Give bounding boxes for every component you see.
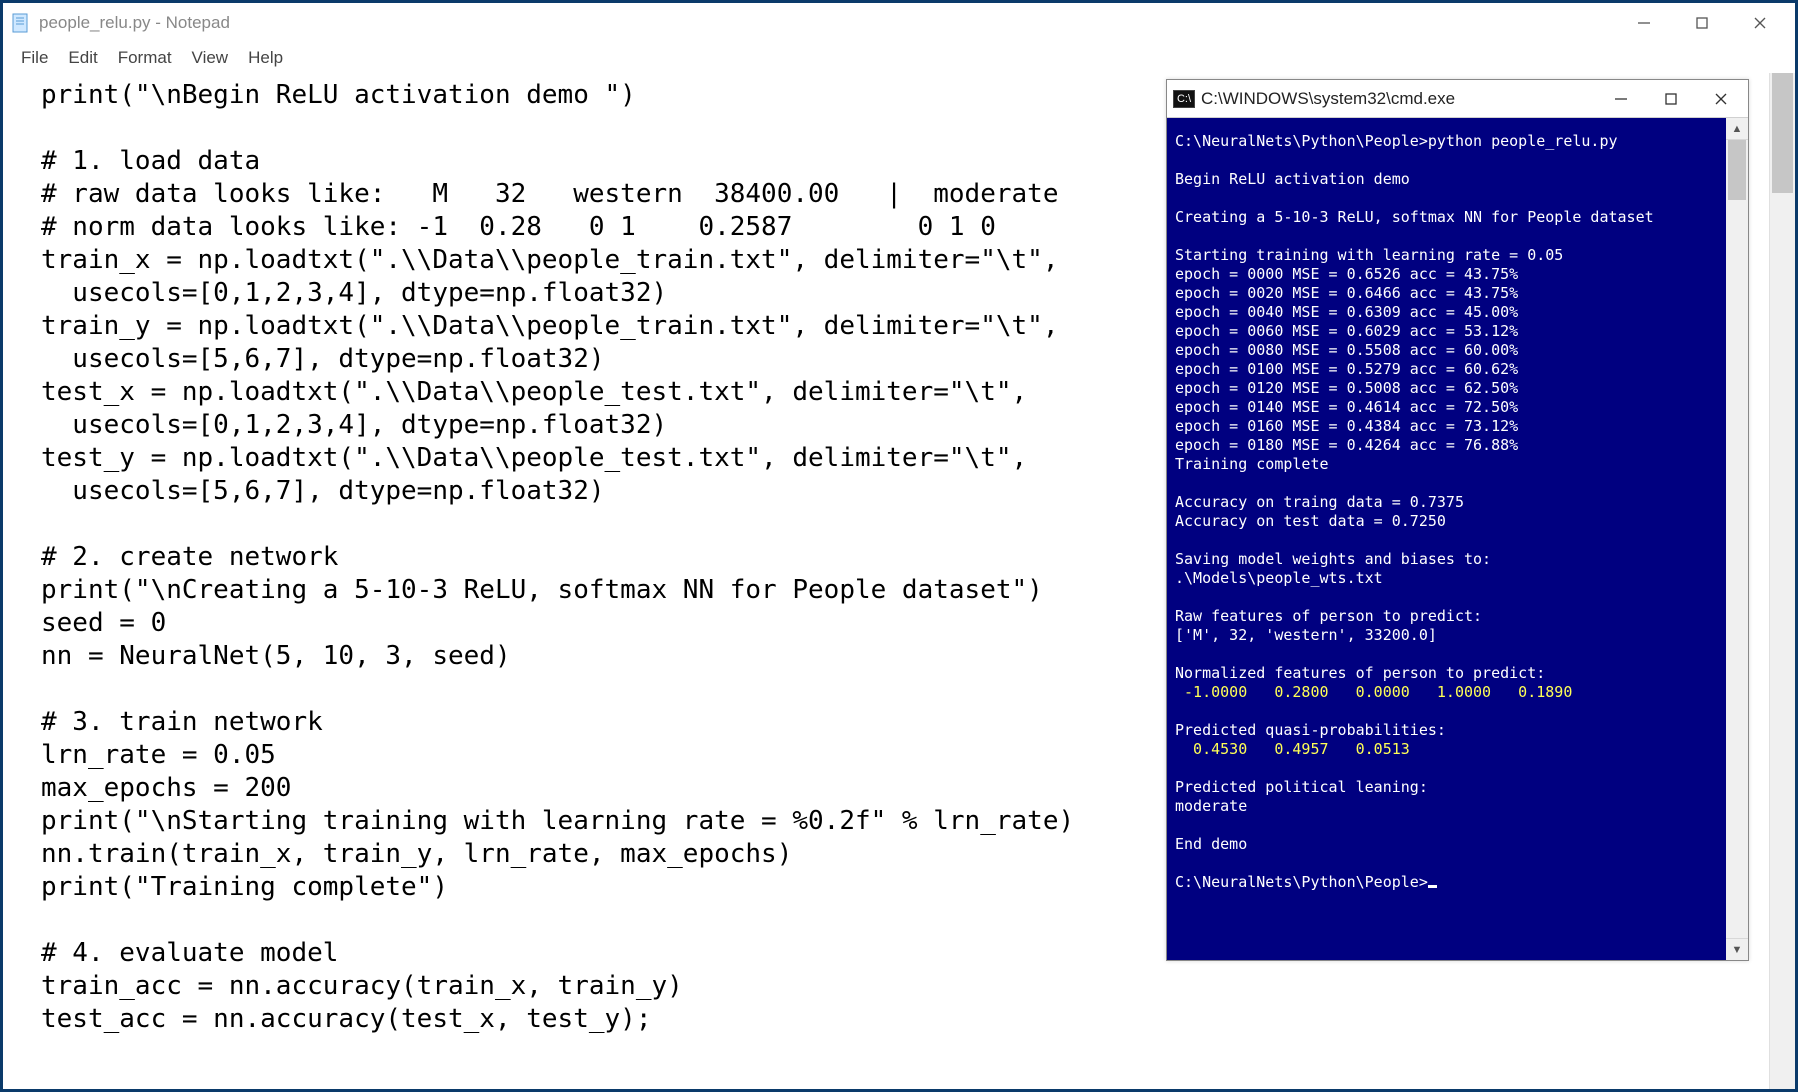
cmd-line: Normalized features of person to predict… bbox=[1175, 664, 1545, 682]
cmd-icon: C:\ bbox=[1173, 90, 1195, 108]
cmd-line: Starting training with learning rate = 0… bbox=[1175, 246, 1563, 264]
editor-area: print("\nBegin ReLU activation demo ") #… bbox=[3, 73, 1795, 1089]
cmd-line: Saving model weights and biases to: bbox=[1175, 550, 1491, 568]
cmd-line: epoch = 0020 MSE = 0.6466 acc = 43.75% bbox=[1175, 284, 1518, 302]
window-title: people_relu.py - Notepad bbox=[39, 13, 230, 33]
cmd-line: Training complete bbox=[1175, 455, 1329, 473]
cmd-scrollbar[interactable]: ▲ ▼ bbox=[1726, 118, 1748, 960]
cmd-line: epoch = 0060 MSE = 0.6029 acc = 53.12% bbox=[1175, 322, 1518, 340]
cmd-line: Raw features of person to predict: bbox=[1175, 607, 1482, 625]
cmd-line: moderate bbox=[1175, 797, 1247, 815]
cmd-line: ['M', 32, 'western', 33200.0] bbox=[1175, 626, 1437, 644]
cmd-line: .\Models\people_wts.txt bbox=[1175, 569, 1383, 587]
scrollbar-thumb[interactable] bbox=[1772, 73, 1793, 193]
menu-view[interactable]: View bbox=[184, 46, 237, 70]
cmd-prompt: C:\NeuralNets\Python\People> bbox=[1175, 873, 1428, 891]
menu-format[interactable]: Format bbox=[110, 46, 180, 70]
cmd-line: 0.4530 0.4957 0.0513 bbox=[1175, 740, 1410, 758]
cmd-maximize-button[interactable] bbox=[1646, 81, 1696, 117]
cmd-line: Creating a 5-10-3 ReLU, softmax NN for P… bbox=[1175, 208, 1654, 226]
cmd-cursor bbox=[1428, 885, 1437, 888]
menu-help[interactable]: Help bbox=[240, 46, 291, 70]
cmd-line: Begin ReLU activation demo bbox=[1175, 170, 1410, 188]
close-button[interactable] bbox=[1731, 4, 1789, 42]
cmd-minimize-button[interactable] bbox=[1596, 81, 1646, 117]
cmd-line: epoch = 0100 MSE = 0.5279 acc = 60.62% bbox=[1175, 360, 1518, 378]
cmd-line: Accuracy on test data = 0.7250 bbox=[1175, 512, 1446, 530]
cmd-scrollbar-thumb[interactable] bbox=[1728, 140, 1746, 200]
notepad-scrollbar[interactable] bbox=[1769, 73, 1795, 1089]
cmd-line: epoch = 0040 MSE = 0.6309 acc = 45.00% bbox=[1175, 303, 1518, 321]
cmd-window: C:\ C:\WINDOWS\system32\cmd.exe C:\Neura… bbox=[1166, 79, 1749, 961]
cmd-line: Predicted quasi-probabilities: bbox=[1175, 721, 1446, 739]
cmd-line: Predicted political leaning: bbox=[1175, 778, 1428, 796]
cmd-line: Accuracy on traing data = 0.7375 bbox=[1175, 493, 1464, 511]
cmd-title: C:\WINDOWS\system32\cmd.exe bbox=[1201, 89, 1455, 109]
cmd-scroll-up-icon[interactable]: ▲ bbox=[1726, 118, 1748, 140]
menubar: File Edit Format View Help bbox=[3, 43, 1795, 73]
notepad-icon bbox=[11, 13, 31, 33]
cmd-line: epoch = 0120 MSE = 0.5008 acc = 62.50% bbox=[1175, 379, 1518, 397]
cmd-line: C:\NeuralNets\Python\People>python peopl… bbox=[1175, 132, 1618, 150]
cmd-line: epoch = 0000 MSE = 0.6526 acc = 43.75% bbox=[1175, 265, 1518, 283]
menu-file[interactable]: File bbox=[13, 46, 56, 70]
maximize-button[interactable] bbox=[1673, 4, 1731, 42]
cmd-line: epoch = 0140 MSE = 0.4614 acc = 72.50% bbox=[1175, 398, 1518, 416]
cmd-close-button[interactable] bbox=[1696, 81, 1746, 117]
cmd-line: End demo bbox=[1175, 835, 1247, 853]
cmd-titlebar[interactable]: C:\ C:\WINDOWS\system32\cmd.exe bbox=[1167, 80, 1748, 118]
cmd-scroll-down-icon[interactable]: ▼ bbox=[1726, 938, 1748, 960]
minimize-button[interactable] bbox=[1615, 4, 1673, 42]
cmd-line: epoch = 0180 MSE = 0.4264 acc = 76.88% bbox=[1175, 436, 1518, 454]
cmd-line: epoch = 0080 MSE = 0.5508 acc = 60.00% bbox=[1175, 341, 1518, 359]
cmd-window-controls bbox=[1596, 81, 1746, 117]
cmd-output[interactable]: C:\NeuralNets\Python\People>python peopl… bbox=[1167, 118, 1726, 960]
menu-edit[interactable]: Edit bbox=[60, 46, 105, 70]
cmd-line: epoch = 0160 MSE = 0.4384 acc = 73.12% bbox=[1175, 417, 1518, 435]
cmd-line: -1.0000 0.2800 0.0000 1.0000 0.1890 bbox=[1175, 683, 1572, 701]
notepad-titlebar: people_relu.py - Notepad bbox=[3, 3, 1795, 43]
window-controls bbox=[1615, 4, 1789, 42]
